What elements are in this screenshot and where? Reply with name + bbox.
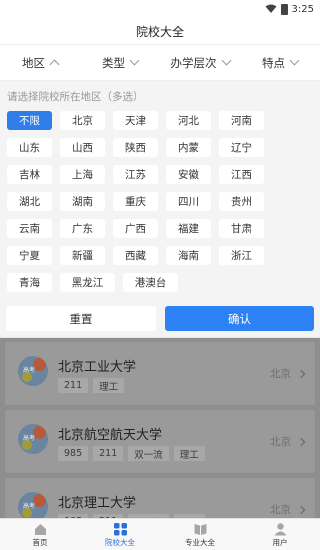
region-chip[interactable]: 广东 [60, 219, 105, 238]
region-chip[interactable]: 上海 [60, 165, 105, 184]
book-icon [194, 523, 206, 535]
status-time: 3:25 [291, 3, 314, 15]
chevron-right-icon [296, 437, 306, 447]
filter-tab[interactable]: 类型 [80, 45, 160, 80]
university-logo: 高考 [18, 492, 48, 518]
university-card[interactable]: 高考北京理工大学985211双一流理工北京 [5, 478, 315, 518]
home-icon [34, 523, 46, 535]
filter-label: 类型 [102, 55, 125, 70]
tab-label: 首页 [32, 537, 48, 547]
header: 院校大全 [0, 18, 320, 44]
region-chip[interactable]: 内蒙 [166, 138, 211, 157]
university-logo: 高考 [18, 424, 48, 454]
university-name: 北京理工大学 [58, 496, 137, 511]
region-chip[interactable]: 福建 [166, 219, 211, 238]
region-chip-grid: 不限 北京 天津 河北 河南山东 山西 陕西 内蒙 辽宁吉林 上海 江苏 安徽 江西湖北 湖南 重庆 四川 贵州… [7, 111, 313, 292]
filter-actions: 重置 确认 [0, 301, 320, 338]
region-chip[interactable]: 广西 [113, 219, 158, 238]
region-filter-panel: 请选择院校所在地区（多选） 不限 北京 天津 河北 河南山东 山西 陕西 内蒙 辽宁吉林 上海 江苏… [0, 81, 320, 301]
university-name: 北京航空航天大学 [58, 428, 163, 443]
university-tag: 理工 [173, 446, 205, 461]
region-chip[interactable]: 黑龙江 [60, 273, 115, 292]
region-chip[interactable]: 河南 [219, 111, 264, 130]
university-location: 北京 [270, 436, 291, 448]
university-name: 北京工业大学 [58, 360, 137, 375]
logo-text: 高考 [23, 503, 36, 510]
region-chip[interactable]: 青海 [7, 273, 52, 292]
university-tag: 985 [58, 446, 89, 461]
region-chip[interactable]: 辽宁 [219, 138, 264, 157]
filter-tab[interactable]: 地区 [0, 45, 80, 80]
chevron-down-icon [289, 55, 300, 66]
tab-label: 专业大全 [185, 537, 215, 547]
region-chip[interactable]: 港澳台 [123, 273, 178, 292]
region-chip[interactable]: 河北 [166, 111, 211, 130]
confirm-button[interactable]: 确认 [165, 306, 314, 331]
logo-text: 高考 [23, 435, 36, 442]
chevron-down-icon [129, 55, 140, 66]
university-card[interactable]: 高考 北京航空航天大学 985 211 双一流 理工 北京 [5, 410, 315, 473]
university-tag: 211 [58, 378, 89, 393]
region-chip[interactable]: 陕西 [113, 138, 158, 157]
filter-bar: 地区 类型 办学层次 特点 [0, 44, 320, 81]
university-tags: 985 211 双一流理工 [58, 446, 205, 461]
university-tags: 211 理工 [58, 378, 125, 393]
region-chip[interactable]: 海南 [166, 246, 211, 265]
university-logo: 高考 [18, 356, 48, 386]
region-chip[interactable]: 云南 [7, 219, 52, 238]
user-icon [274, 522, 286, 535]
region-chip[interactable]: 山西 [60, 138, 105, 157]
filter-label: 地区 [22, 55, 45, 70]
chevron-right-icon [296, 369, 306, 379]
region-chip[interactable]: 湖北 [7, 192, 52, 211]
filter-label: 特点 [262, 55, 285, 70]
chevron-down-icon [221, 55, 231, 66]
region-chip[interactable]: 天津 [113, 111, 158, 130]
filter-tab[interactable]: 特点 [240, 45, 320, 80]
region-chip[interactable]: 贵州 [219, 192, 264, 211]
tab-label: 院校大全 [105, 537, 135, 547]
bottom-tab-bar: 首页 院校大全 专业大全 用户 [0, 518, 320, 550]
region-chip[interactable]: 江苏 [113, 165, 158, 184]
region-chip[interactable]: 四川 [166, 192, 211, 211]
battery-icon [280, 3, 288, 15]
region-chip[interactable]: 重庆 [113, 192, 158, 211]
page-title: 院校大全 [135, 24, 184, 39]
tab-item[interactable]: 首页 [0, 519, 80, 550]
region-chip[interactable]: 江西 [219, 165, 264, 184]
chevron-right-icon [296, 505, 306, 515]
region-chip[interactable]: 北京 [60, 111, 105, 130]
region-chip[interactable]: 西藏 [113, 246, 158, 265]
wifi-icon [265, 4, 277, 13]
region-chip[interactable]: 甘肃 [219, 219, 264, 238]
tab-label: 用户 [272, 537, 288, 547]
university-location: 北京 [270, 504, 291, 516]
tab-item[interactable]: 院校大全 [80, 519, 160, 550]
university-tag: 211 [93, 446, 124, 461]
region-chip[interactable]: 安徽 [166, 165, 211, 184]
university-tag: 理工 [93, 378, 125, 393]
tab-item[interactable]: 专业大全 [160, 519, 240, 550]
region-chip[interactable]: 吉林 [7, 165, 52, 184]
tab-item[interactable]: 用户 [240, 519, 320, 550]
chevron-up-icon [49, 59, 60, 69]
university-location: 北京 [270, 368, 291, 380]
region-chip[interactable]: 宁夏 [7, 246, 52, 265]
reset-button[interactable]: 重置 [6, 306, 156, 331]
region-chip[interactable]: 山东 [7, 138, 52, 157]
logo-text: 高考 [23, 367, 36, 374]
filter-tab[interactable]: 办学层次 [160, 45, 240, 80]
region-chip[interactable]: 浙江 [219, 246, 264, 265]
university-list: 高考 北京工业大学 211 理工 北京 高考 北京航空航天大学 985 211 双一流 理工 北京 高考… [0, 338, 320, 518]
filter-label: 办学层次 [170, 55, 217, 70]
region-chip[interactable]: 湖南 [60, 192, 105, 211]
region-chip[interactable]: 新疆 [60, 246, 105, 265]
university-card[interactable]: 高考 北京工业大学 211 理工 北京 [5, 342, 315, 405]
grid-icon [113, 522, 127, 535]
status-bar: 3:25 [0, 0, 320, 18]
region-chip[interactable]: 不限 [7, 111, 52, 130]
university-tag: 双一流 [128, 446, 169, 461]
region-hint: 请选择院校所在地区（多选） [7, 91, 144, 103]
